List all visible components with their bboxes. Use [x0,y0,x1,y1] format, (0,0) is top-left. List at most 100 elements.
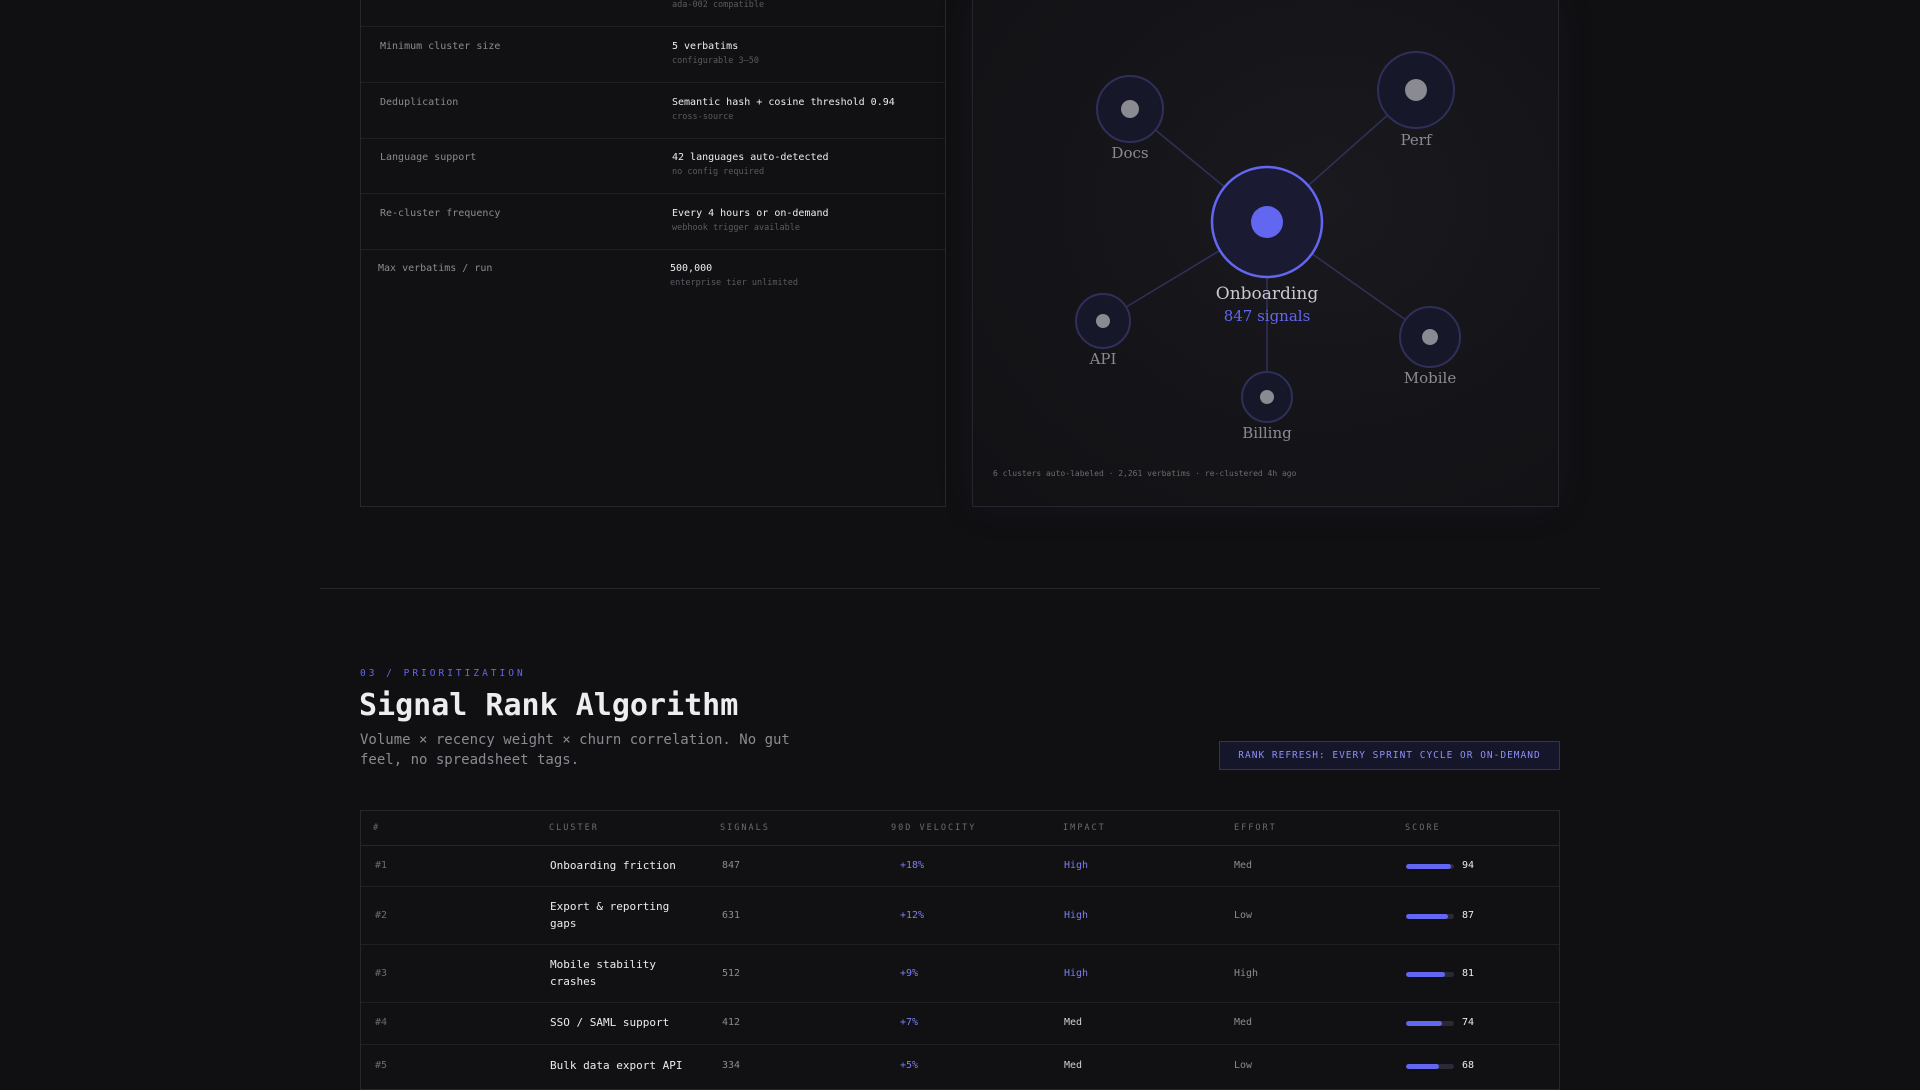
cluster-cell: Export & reporting gaps [550,900,670,930]
score-bar-fill [1406,1064,1439,1069]
spec-sub: enterprise tier unlimited [670,278,798,288]
score-bar-fill [1406,864,1452,869]
velocity-cell: +18% [900,860,925,871]
node-perf[interactable] [1377,51,1455,129]
node-label-mobile: Mobile [1404,369,1457,387]
center-node-label: Onboarding [1216,284,1319,304]
effort-cell: Low [1234,910,1253,921]
spec-row: Minimum cluster size 5 verbatims configu… [361,27,945,83]
velocity-cell: +12% [900,910,925,921]
signals-cell: 412 [722,1017,741,1028]
signals-cell: 847 [722,860,741,871]
spec-value: 500,000 [670,263,713,274]
impact-cell: High [1064,860,1089,871]
effort-cell: Low [1234,1060,1253,1071]
impact-cell: Med [1064,1017,1083,1028]
spec-sub: configurable 3–50 [672,56,759,66]
column-header-cluster: CLUSTER [549,823,599,833]
effort-cell: High [1234,968,1259,979]
score-bar-fill [1406,1021,1442,1026]
column-header-signals: SIGNALS [720,823,770,833]
signals-cell: 631 [722,910,741,921]
section-title: Signal Rank Algorithm [359,688,739,723]
cluster-cell: Bulk data export API [550,1059,683,1072]
node-billing[interactable] [1241,371,1293,423]
config-spec-panel: ada-002 compatible Minimum cluster size … [360,0,946,507]
cluster-cell: SSO / SAML support [550,1016,670,1029]
rank-cell: #1 [375,860,388,871]
rank-refresh-badge: RANK REFRESH: EVERY SPRINT CYCLE OR ON-D… [1219,741,1560,770]
score-bar [1406,972,1454,977]
spec-row: Re-cluster frequency Every 4 hours or on… [361,194,945,250]
impact-cell: High [1064,968,1089,979]
graph-footer: 6 clusters auto-labeled · 2,261 verbatim… [993,469,1297,478]
column-header-effort: EFFORT [1234,823,1277,833]
effort-cell: Med [1234,860,1253,871]
score-cell: 74 [1462,1017,1475,1028]
rank-cell: #5 [375,1060,388,1071]
section-eyebrow: 03 / PRIORITIZATION [360,668,526,679]
cluster-graph: Docs Perf API Mobile Billing Onboarding … [1075,51,1461,442]
spec-value: 5 verbatims [672,41,739,52]
spec-value: Every 4 hours or on-demand [672,208,829,219]
score-cell: 81 [1462,968,1475,979]
spec-sub: ada-002 compatible [672,0,765,10]
spec-row: Language support 42 languages auto-detec… [361,138,945,194]
rank-table: # CLUSTER SIGNALS 90D VELOCITY IMPACT EF… [360,810,1560,1090]
node-api[interactable] [1075,293,1131,349]
spec-label: Language support [380,152,477,163]
rank-cell: #2 [375,910,388,921]
section-subtitle: Volume × recency weight × churn correlat… [360,732,790,768]
score-bar [1406,1064,1454,1069]
section-divider [320,588,1600,589]
spec-label: Deduplication [380,97,459,108]
center-node-signals: 847 signals [1224,307,1311,325]
spec-label: Re-cluster frequency [380,208,501,219]
signals-cell: 512 [722,968,741,979]
spec-row: Deduplication Semantic hash + cosine thr… [361,83,945,139]
score-bar [1406,1021,1454,1026]
score-bar-fill [1406,914,1448,919]
spec-label: Max verbatims / run [378,263,493,274]
score-cell: 94 [1462,860,1475,871]
node-label-billing: Billing [1242,424,1292,442]
spec-value: 42 languages auto-detected [672,152,829,163]
rank-cell: #4 [375,1017,388,1028]
impact-cell: Med [1064,1060,1083,1071]
column-header-rank: # [373,823,381,833]
cluster-cell: Mobile stability crashes [550,958,656,988]
signals-cell: 334 [722,1060,741,1071]
column-header-score: SCORE [1405,823,1441,833]
node-label-api: API [1089,350,1117,368]
table-row[interactable]: #2 Export & reporting gaps 631 +12% High… [361,887,1559,945]
node-mobile[interactable] [1399,306,1461,368]
spec-sub: cross-source [672,112,734,122]
spec-row: ada-002 compatible [361,0,945,27]
impact-cell: High [1064,910,1089,921]
score-cell: 68 [1462,1060,1475,1071]
cluster-graph-panel: Docs Perf API Mobile Billing Onboarding … [972,0,1559,507]
column-header-velocity: 90D VELOCITY [891,823,977,833]
table-row[interactable]: #5 Bulk data export API 334 +5% Med Low … [361,1045,1559,1087]
score-bar-fill [1406,972,1445,977]
node-onboarding[interactable] [1210,165,1324,279]
node-label-docs: Docs [1111,144,1148,162]
score-cell: 87 [1462,910,1475,921]
spec-row: Max verbatims / run 500,000 enterprise t… [361,249,945,304]
table-row[interactable]: #1 Onboarding friction 847 +18% High Med… [361,846,1559,887]
effort-cell: Med [1234,1017,1253,1028]
table-row[interactable]: #4 SSO / SAML support 412 +7% Med Med 74 [361,1003,1559,1045]
spec-sub: webhook trigger available [672,223,800,233]
table-row[interactable]: #3 Mobile stability crashes 512 +9% High… [361,945,1559,1003]
node-label-perf: Perf [1400,131,1432,149]
spec-value: Semantic hash + cosine threshold 0.94 [672,97,895,108]
rank-cell: #3 [375,968,388,979]
velocity-cell: +5% [900,1060,919,1071]
score-bar [1406,864,1454,869]
score-bar [1406,914,1454,919]
velocity-cell: +7% [900,1017,919,1028]
velocity-cell: +9% [900,968,919,979]
cluster-cell: Onboarding friction [550,859,676,872]
node-docs[interactable] [1096,75,1164,143]
spec-label: Minimum cluster size [380,41,501,52]
